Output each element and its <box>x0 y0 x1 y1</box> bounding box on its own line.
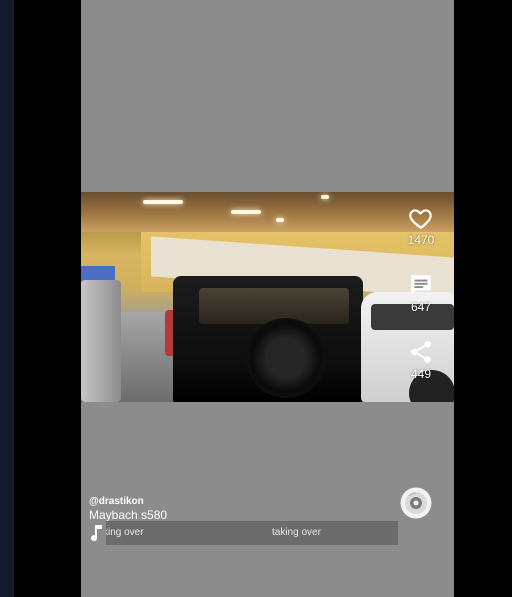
like-count: 1470 <box>407 233 435 247</box>
music-note-icon <box>89 524 105 542</box>
video-frame[interactable] <box>81 192 454 402</box>
video-ceiling <box>81 192 454 232</box>
app-screen: 1470 647 449 @drastikon Maybach s580 kin… <box>0 0 512 597</box>
comment-count: 647 <box>410 300 432 314</box>
video-caption: Maybach s580 <box>89 508 168 522</box>
action-column: 1470 647 449 <box>401 205 441 405</box>
car-left <box>81 280 121 402</box>
left-edge-strip <box>0 0 14 597</box>
share-icon <box>408 339 434 365</box>
ceiling-light <box>231 210 261 214</box>
video-player[interactable]: 1470 647 449 @drastikon Maybach s580 kin… <box>81 0 454 597</box>
music-row[interactable]: king over taking over <box>89 521 398 545</box>
heart-icon <box>408 205 434 231</box>
share-button[interactable]: 449 <box>401 339 441 381</box>
music-marquee[interactable]: king over taking over <box>106 521 398 545</box>
music-track-text: king over <box>106 527 144 538</box>
ceiling-light <box>276 218 284 222</box>
music-track-text: taking over <box>272 527 321 538</box>
left-letterbox <box>14 0 81 597</box>
like-button[interactable]: 1470 <box>401 205 441 247</box>
spare-wheel <box>246 318 326 398</box>
share-count: 449 <box>410 367 432 381</box>
ceiling-light <box>321 195 329 199</box>
author-username[interactable]: @drastikon <box>89 496 144 507</box>
comment-button[interactable]: 647 <box>401 272 441 314</box>
music-disc-icon[interactable] <box>400 487 432 519</box>
ceiling-light <box>143 200 183 204</box>
comment-icon <box>408 272 434 298</box>
